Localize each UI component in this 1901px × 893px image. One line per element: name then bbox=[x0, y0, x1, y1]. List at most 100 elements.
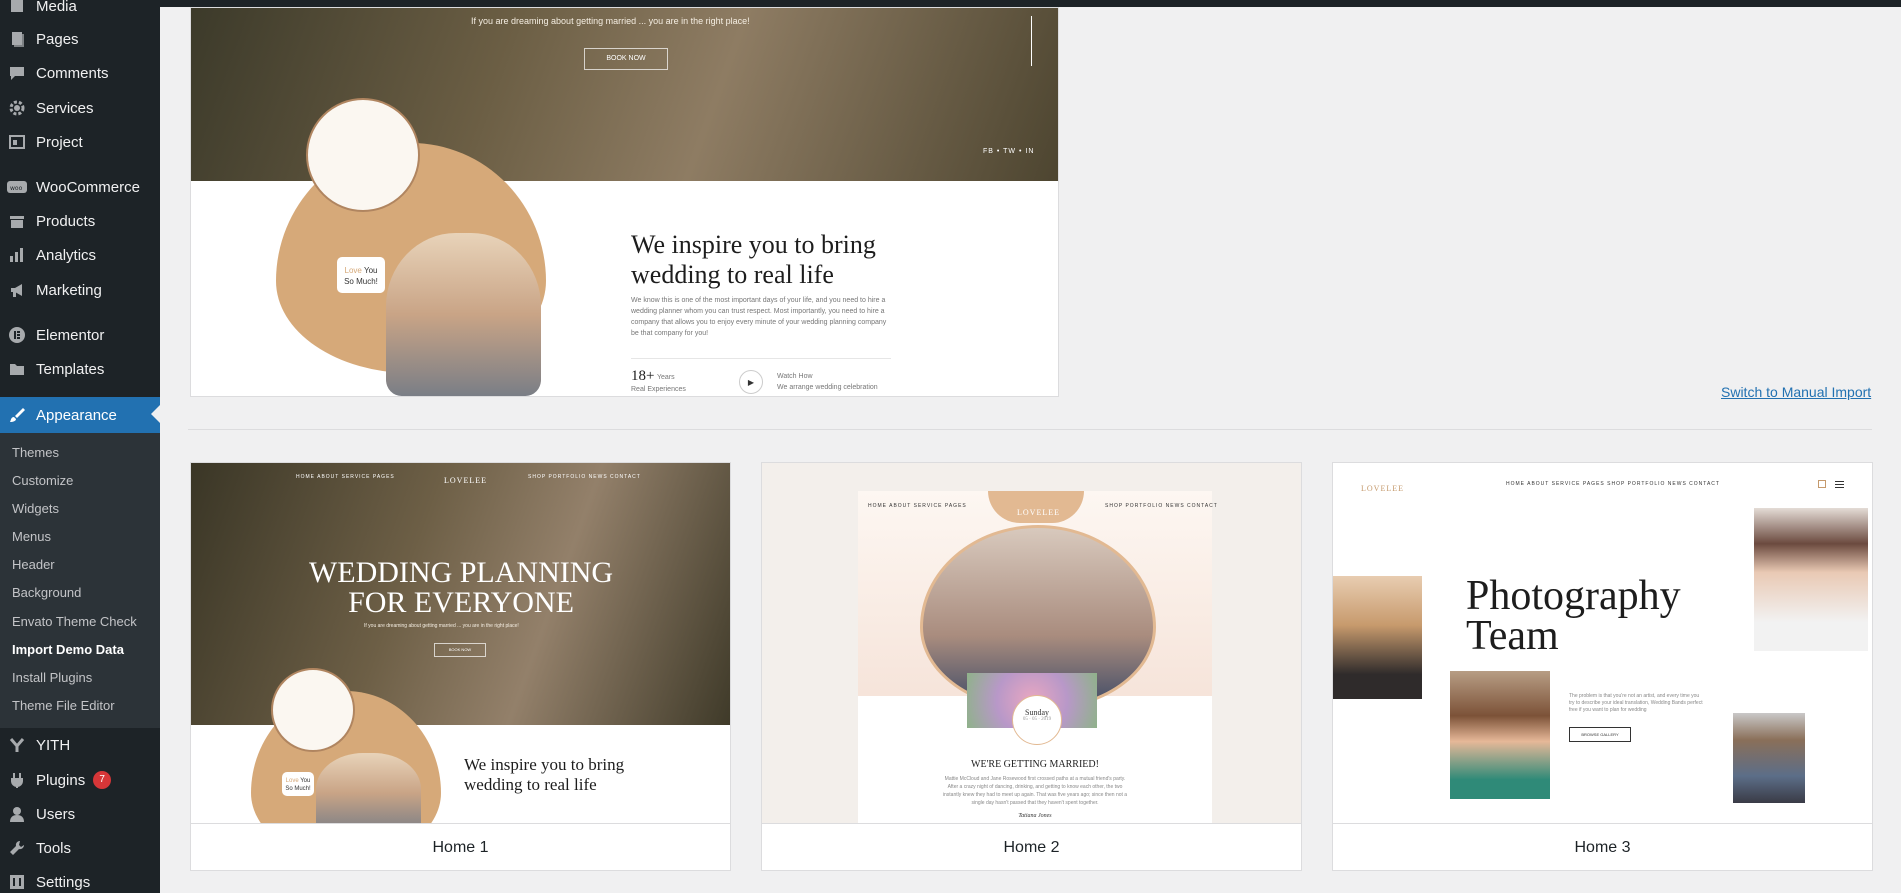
submenu-install-plugins[interactable]: Install Plugins bbox=[12, 670, 92, 685]
menu-settings[interactable]: Settings bbox=[0, 865, 160, 893]
submenu-menus[interactable]: Menus bbox=[12, 529, 51, 544]
title-line-2: Team bbox=[1466, 613, 1559, 659]
signature: Tatiana Jones bbox=[1018, 813, 1052, 819]
main-content: If you are dreaming about getting marrie… bbox=[160, 0, 1901, 893]
love-badge-line2: So Much! bbox=[285, 786, 311, 792]
plugins-update-badge: 7 bbox=[93, 771, 112, 789]
demo-card-home-2[interactable]: HOME ABOUT SERVICE PAGES SHOP PORTFOLIO … bbox=[761, 462, 1302, 871]
demo-thumbnail: HOME ABOUT SERVICE PAGES LOVELEE SHOP PO… bbox=[191, 463, 730, 823]
menu-label: Plugins bbox=[36, 771, 86, 789]
submenu-customize[interactable]: Customize bbox=[12, 473, 73, 488]
demo-card-home-3[interactable]: LOVELEE HOME ABOUT SERVICE PAGES SHOP PO… bbox=[1332, 462, 1873, 871]
team-photo-1 bbox=[1333, 576, 1422, 699]
demo-logo: LOVELEE bbox=[444, 476, 487, 485]
inspire-paragraph: We know this is one of the most importan… bbox=[631, 297, 887, 337]
megaphone-icon bbox=[7, 280, 27, 300]
demo-dream-text: If you are dreaming about getting marrie… bbox=[364, 623, 519, 629]
menu-yith[interactable]: YITH bbox=[0, 728, 160, 762]
menu-label: Marketing bbox=[36, 281, 102, 299]
menu-elementor[interactable]: Elementor bbox=[0, 318, 160, 352]
love-you-badge: Love You So Much! bbox=[281, 771, 315, 797]
demo-thumbnail: HOME ABOUT SERVICE PAGES SHOP PORTFOLIO … bbox=[762, 463, 1301, 823]
menu-label: Products bbox=[36, 212, 96, 230]
married-paragraph: Mattie McCloud and Jane Rosewood first c… bbox=[942, 776, 1128, 806]
demo-inspire-heading: We inspire you to bring wedding to real … bbox=[464, 755, 624, 794]
cart-icon bbox=[1818, 480, 1826, 488]
demo-nav-right: SHOP PORTFOLIO NEWS CONTACT bbox=[1105, 503, 1218, 509]
menu-comments[interactable]: Comments bbox=[0, 56, 160, 90]
svg-text:woo: woo bbox=[10, 185, 23, 192]
submenu-header[interactable]: Header bbox=[12, 557, 55, 572]
menu-services[interactable]: Services bbox=[0, 91, 160, 125]
menu-marketing[interactable]: Marketing bbox=[0, 273, 160, 307]
inspire-heading: We inspire you to bring wedding to real … bbox=[631, 230, 876, 290]
hero-dream-text: If you are dreaming about getting marrie… bbox=[471, 16, 750, 26]
submenu-import-demo-data[interactable]: Import Demo Data bbox=[12, 642, 124, 657]
admin-sidebar: Media Pages Comments Services Project wo… bbox=[0, 0, 160, 893]
demo-headline: WEDDING PLANNING FOR EVERYONE bbox=[281, 558, 641, 618]
years-unit: Years bbox=[657, 374, 675, 381]
headline-line-2: FOR EVERYONE bbox=[348, 586, 574, 619]
lily-flower-decoration bbox=[306, 98, 420, 212]
inspire-line-2: wedding to real life bbox=[464, 774, 597, 794]
play-icon[interactable]: ▶ bbox=[739, 370, 763, 394]
menu-pages[interactable]: Pages bbox=[0, 22, 160, 56]
portfolio-icon bbox=[7, 132, 27, 152]
menu-templates[interactable]: Templates bbox=[0, 352, 160, 386]
team-photo-2 bbox=[1754, 508, 1868, 651]
love-badge-accent: Love bbox=[285, 778, 299, 784]
demo-card-home-1[interactable]: HOME ABOUT SERVICE PAGES LOVELEE SHOP PO… bbox=[190, 462, 731, 871]
menu-icon bbox=[1835, 481, 1844, 482]
menu-label: YITH bbox=[36, 736, 71, 754]
menu-plugins[interactable]: Plugins 7 bbox=[0, 763, 160, 797]
team-paragraph: The problem is that you're not an artist… bbox=[1569, 693, 1703, 713]
married-heading: WE'RE GETTING MARRIED! bbox=[971, 759, 1099, 770]
demo-nav-right: SHOP PORTFOLIO NEWS CONTACT bbox=[528, 474, 641, 480]
menu-label: Tools bbox=[36, 839, 72, 857]
love-you-badge: Love You So Much! bbox=[336, 256, 386, 294]
menu-woocommerce[interactable]: woo WooCommerce bbox=[0, 170, 160, 204]
submenu-theme-file-editor[interactable]: Theme File Editor bbox=[12, 698, 115, 713]
demo-logo: LOVELEE bbox=[1361, 484, 1404, 493]
menu-analytics[interactable]: Analytics bbox=[0, 238, 160, 272]
social-links: FB • TW • IN bbox=[983, 148, 1035, 155]
users-icon bbox=[7, 804, 27, 824]
photography-team-title: Photography Team bbox=[1466, 575, 1681, 659]
menu-users[interactable]: Users bbox=[0, 797, 160, 831]
switch-to-manual-import-link[interactable]: Switch to Manual Import bbox=[1721, 384, 1871, 400]
date-day: Sunday bbox=[1025, 708, 1049, 717]
pages-icon bbox=[7, 29, 27, 49]
menu-products[interactable]: Products bbox=[0, 204, 160, 238]
book-now-button[interactable]: BOOK NOW bbox=[584, 48, 668, 70]
menu-media[interactable]: Media bbox=[0, 0, 160, 23]
demo-label: Home 2 bbox=[762, 823, 1301, 871]
demo-book-now: BOOK NOW bbox=[434, 643, 486, 657]
menu-label: Templates bbox=[36, 360, 105, 378]
submenu-background[interactable]: Background bbox=[12, 585, 81, 600]
love-badge-line2: So Much! bbox=[344, 277, 378, 286]
love-badge-you: You bbox=[298, 778, 311, 784]
submenu-themes[interactable]: Themes bbox=[12, 445, 59, 460]
submenu-widgets[interactable]: Widgets bbox=[12, 501, 59, 516]
menu-label: Comments bbox=[36, 64, 109, 82]
plug-icon bbox=[7, 770, 27, 790]
analytics-icon bbox=[7, 245, 27, 265]
menu-appearance[interactable]: Appearance bbox=[0, 397, 160, 433]
menu-label: Pages bbox=[36, 30, 79, 48]
gear-icon bbox=[7, 98, 27, 118]
menu-project[interactable]: Project bbox=[0, 125, 160, 159]
submenu-envato-theme-check[interactable]: Envato Theme Check bbox=[12, 614, 137, 629]
years-label: Real Experiences bbox=[631, 386, 686, 393]
date-number: 05 · 05 · 2019 bbox=[1022, 717, 1052, 722]
menu-tools[interactable]: Tools bbox=[0, 831, 160, 865]
demo-nav-left: HOME ABOUT SERVICE PAGES bbox=[296, 474, 395, 480]
menu-label: Services bbox=[36, 99, 94, 117]
menu-label: Analytics bbox=[36, 246, 97, 264]
menu-label: Appearance bbox=[36, 406, 117, 424]
media-icon bbox=[7, 0, 27, 16]
menu-label: Project bbox=[36, 133, 83, 151]
demo-nav: HOME ABOUT SERVICE PAGES SHOP PORTFOLIO … bbox=[1506, 481, 1720, 487]
section-divider bbox=[188, 429, 1872, 430]
inspire-line-1: We inspire you to bring bbox=[631, 230, 876, 259]
couple-photo bbox=[386, 233, 541, 396]
